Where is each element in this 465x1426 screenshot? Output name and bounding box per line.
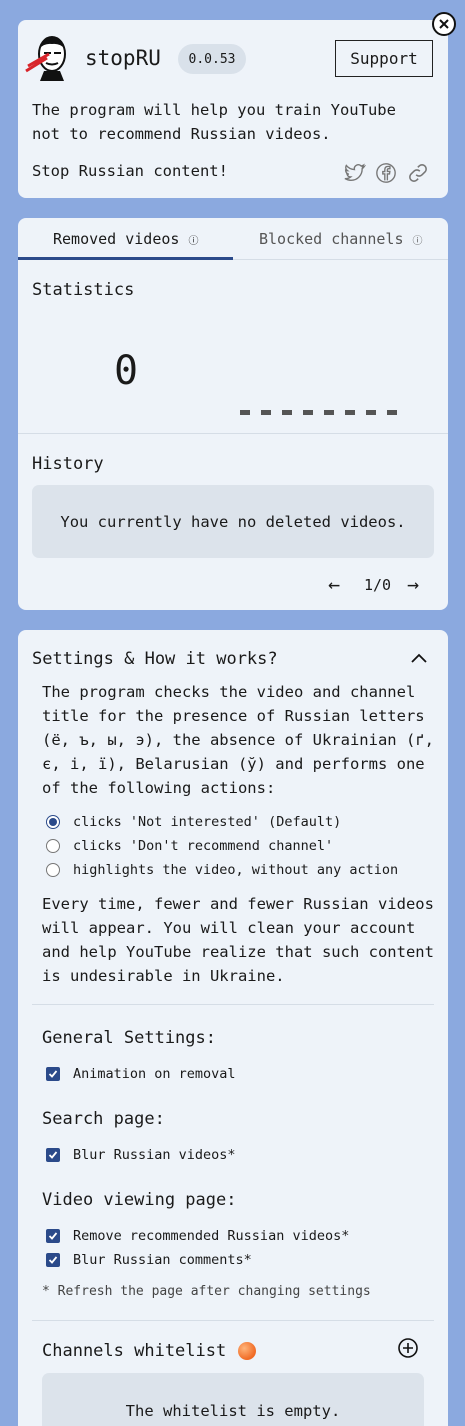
add-channel-icon[interactable] bbox=[397, 1337, 419, 1359]
tab-bar: Removed videos ⓘ Blocked channels ⓘ bbox=[18, 218, 448, 260]
radio-button[interactable] bbox=[46, 815, 60, 829]
radio-button[interactable] bbox=[46, 839, 60, 853]
general-settings-title: General Settings: bbox=[42, 1028, 216, 1048]
info-icon: ⓘ bbox=[412, 236, 423, 247]
close-icon[interactable] bbox=[432, 12, 456, 36]
search-page-title: Search page: bbox=[42, 1109, 165, 1129]
page-indicator: 1/0 bbox=[364, 576, 392, 594]
tagline: Stop Russian content! bbox=[32, 162, 228, 180]
removed-count: 0 bbox=[114, 348, 139, 394]
logo bbox=[22, 33, 76, 83]
checkbox-label: Remove recommended Russian videos* bbox=[73, 1228, 350, 1244]
whitelist-title-text: Channels whitelist bbox=[42, 1341, 227, 1361]
checkbox[interactable] bbox=[46, 1067, 60, 1081]
tab-label: Blocked channels bbox=[259, 230, 404, 248]
active-tab-indicator bbox=[18, 257, 233, 260]
header-card: stopRU 0.0.53 Support The program will h… bbox=[18, 20, 448, 198]
next-page-button[interactable]: → bbox=[407, 572, 419, 596]
link-icon[interactable] bbox=[407, 162, 429, 184]
facebook-icon[interactable] bbox=[375, 162, 397, 184]
chevron-up-icon[interactable] bbox=[408, 648, 430, 670]
checkbox[interactable] bbox=[46, 1148, 60, 1162]
checkbox-label: Blur Russian videos* bbox=[73, 1147, 236, 1163]
divider bbox=[32, 1004, 434, 1005]
video-page-title: Video viewing page: bbox=[42, 1190, 237, 1210]
tab-removed-videos[interactable]: Removed videos ⓘ bbox=[53, 230, 198, 248]
version-badge: 0.0.53 bbox=[178, 44, 246, 74]
statistics-title: Statistics bbox=[32, 280, 135, 300]
option-label: clicks 'Don't recommend channel' bbox=[73, 838, 334, 854]
divider bbox=[32, 1320, 434, 1321]
settings-card: Settings & How it works? The program che… bbox=[18, 630, 448, 1426]
checkbox-label: Blur Russian comments* bbox=[73, 1252, 252, 1268]
settings-title[interactable]: Settings & How it works? bbox=[32, 649, 278, 669]
whitelist-title: Channels whitelist bbox=[42, 1341, 257, 1361]
prev-page-button[interactable]: ← bbox=[328, 572, 340, 596]
twitter-icon[interactable] bbox=[344, 162, 367, 184]
option-label: highlights the video, without any action bbox=[73, 862, 399, 878]
stats-placeholder-dashes bbox=[240, 410, 397, 415]
remove-recommended-checkbox-row[interactable]: Remove recommended Russian videos* bbox=[46, 1228, 349, 1244]
radio-button[interactable] bbox=[46, 863, 60, 877]
blur-videos-checkbox-row[interactable]: Blur Russian videos* bbox=[46, 1147, 236, 1163]
history-title: History bbox=[32, 454, 104, 474]
checkbox-label: Animation on removal bbox=[73, 1066, 236, 1082]
action-option-not-interested[interactable]: clicks 'Not interested' (Default) bbox=[46, 814, 341, 830]
info-icon: ⓘ bbox=[188, 236, 199, 247]
action-option-highlight[interactable]: highlights the video, without any action bbox=[46, 862, 398, 878]
blur-comments-checkbox-row[interactable]: Blur Russian comments* bbox=[46, 1252, 252, 1268]
animation-checkbox-row[interactable]: Animation on removal bbox=[46, 1066, 236, 1082]
divider bbox=[18, 433, 448, 434]
how-it-works-text: The program checks the video and channel… bbox=[42, 683, 434, 797]
refresh-note: * Refresh the page after changing settin… bbox=[42, 1284, 371, 1299]
checkbox[interactable] bbox=[46, 1253, 60, 1267]
whitelist-empty-message: The whitelist is empty. bbox=[42, 1373, 424, 1426]
action-option-dont-recommend[interactable]: clicks 'Don't recommend channel' bbox=[46, 838, 333, 854]
tab-blocked-channels[interactable]: Blocked channels ⓘ bbox=[259, 230, 423, 248]
tab-label: Removed videos bbox=[53, 230, 180, 248]
outcome-text: Every time, fewer and fewer Russian vide… bbox=[42, 895, 434, 985]
app-description: The program will help you train YouTube … bbox=[32, 101, 396, 143]
history-empty-message: You currently have no deleted videos. bbox=[32, 485, 434, 558]
checkbox[interactable] bbox=[46, 1229, 60, 1243]
orange-dot-icon bbox=[238, 1342, 257, 1360]
stats-card: Removed videos ⓘ Blocked channels ⓘ Stat… bbox=[18, 218, 448, 610]
option-label: clicks 'Not interested' (Default) bbox=[73, 814, 342, 830]
app-name: stopRU bbox=[85, 46, 161, 70]
support-button[interactable]: Support bbox=[335, 40, 433, 77]
